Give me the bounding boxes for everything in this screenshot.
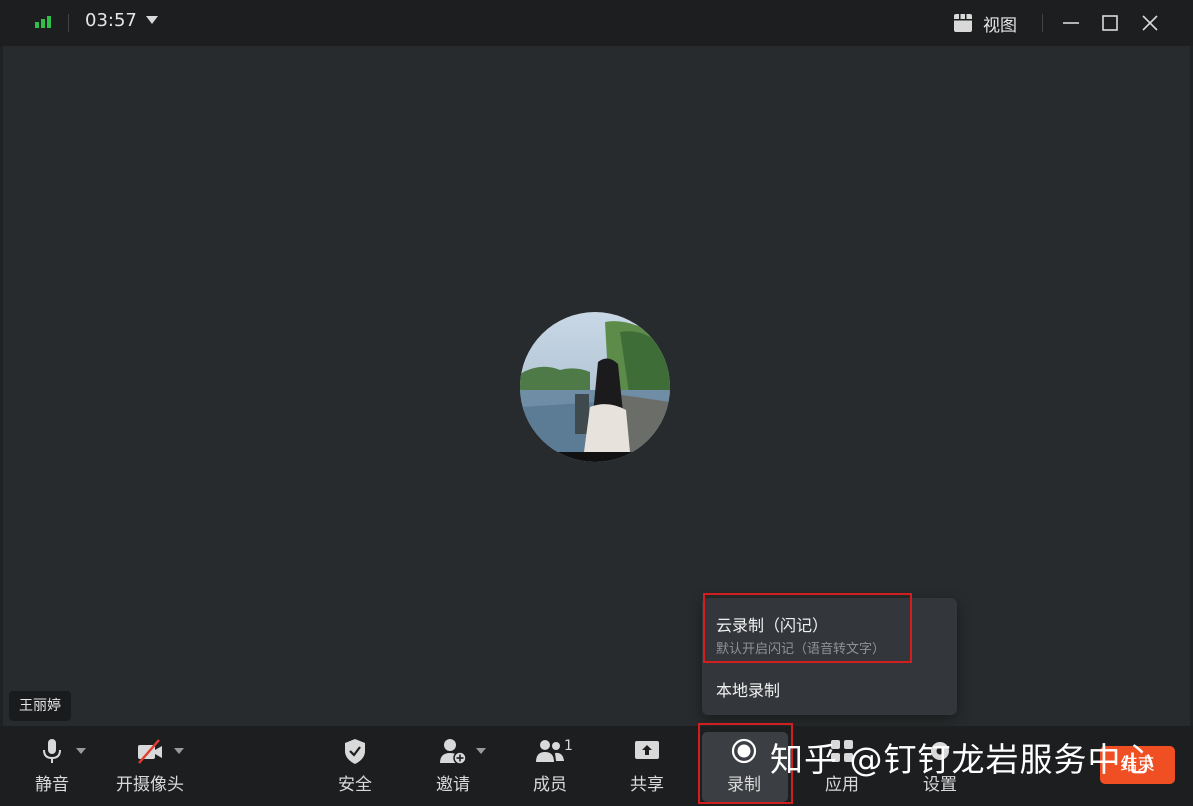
- maximize-icon[interactable]: [1097, 10, 1123, 36]
- title-bar: 03:57 视图: [0, 0, 1193, 46]
- invite-label: 邀请: [436, 775, 470, 795]
- add-user-icon: [440, 739, 467, 765]
- share-label: 共享: [630, 775, 664, 795]
- grid-view-icon: [954, 14, 972, 32]
- cloud-record-subtitle: 默认开启闪记（语音转文字）: [716, 642, 886, 657]
- record-label: 录制: [727, 775, 761, 795]
- caret-down-icon: [76, 748, 86, 754]
- caret-down-icon: [174, 748, 184, 754]
- members-label: 成员: [533, 775, 567, 795]
- microphone-icon: [43, 739, 61, 763]
- shield-icon: [345, 739, 365, 764]
- chevron-down-icon[interactable]: [146, 16, 158, 24]
- invite-dropdown[interactable]: [476, 726, 488, 806]
- mute-label: 静音: [35, 775, 69, 795]
- share-button[interactable]: 共享: [617, 726, 677, 806]
- local-record-title: 本地录制: [716, 681, 781, 700]
- record-menu: 云录制（闪记） 默认开启闪记（语音转文字） 本地录制: [702, 598, 957, 715]
- close-icon[interactable]: [1137, 10, 1163, 36]
- divider: [1042, 14, 1043, 32]
- camera-dropdown[interactable]: [174, 726, 186, 806]
- watermark-text: 知乎 @钉钉龙岩服务中心: [770, 740, 1156, 779]
- participant-name-tag: 王丽婷: [9, 691, 71, 721]
- local-record-option[interactable]: 本地录制: [702, 670, 957, 710]
- members-count: 1: [564, 738, 573, 754]
- caret-down-icon: [476, 748, 486, 754]
- cloud-record-title: 云录制（闪记）: [716, 616, 829, 635]
- divider: [68, 14, 69, 32]
- mute-dropdown[interactable]: [76, 726, 88, 806]
- security-button[interactable]: 安全: [325, 726, 385, 806]
- members-icon: [536, 740, 564, 762]
- camera-off-icon: [138, 739, 162, 764]
- view-button[interactable]: 视图: [953, 8, 1017, 38]
- participant-avatar: [520, 312, 670, 462]
- minimize-icon[interactable]: [1058, 10, 1084, 36]
- meeting-timer: 03:57: [85, 10, 137, 31]
- signal-strength-icon: [35, 16, 51, 28]
- cloud-record-option[interactable]: 云录制（闪记） 默认开启闪记（语音转文字）: [702, 598, 957, 664]
- invite-button[interactable]: 邀请: [423, 726, 483, 806]
- record-icon: [731, 738, 757, 764]
- mute-button[interactable]: 静音: [22, 726, 82, 806]
- view-label: 视图: [983, 15, 1017, 36]
- share-screen-icon: [635, 741, 659, 759]
- record-button[interactable]: 录制: [714, 726, 774, 806]
- security-label: 安全: [338, 775, 372, 795]
